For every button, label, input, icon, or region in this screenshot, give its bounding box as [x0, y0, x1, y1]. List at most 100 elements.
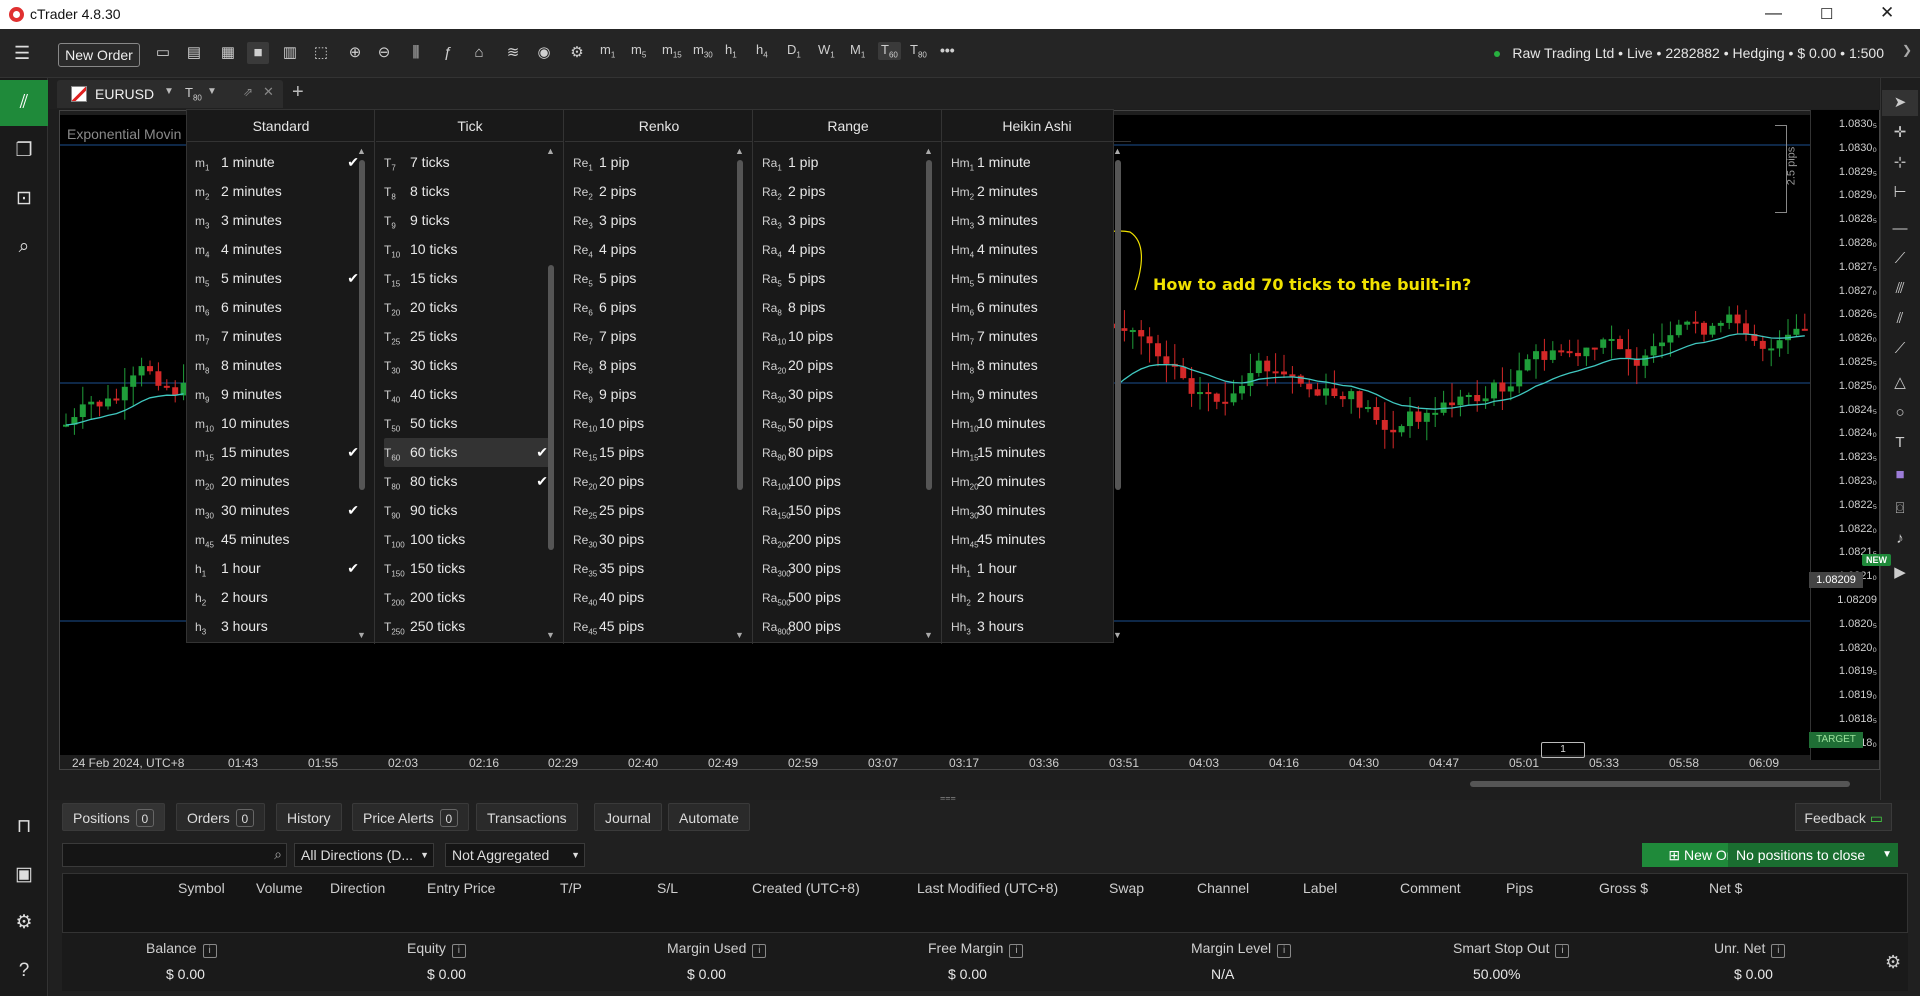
positions-search-input[interactable]: ⌕: [62, 843, 287, 867]
timeframe-option[interactable]: T20 20 ticks: [384, 293, 552, 322]
tab-price-alerts[interactable]: Price Alerts 0: [352, 803, 469, 831]
timeframe-option[interactable]: T15 15 ticks: [384, 264, 552, 293]
column-header[interactable]: Comment: [1400, 880, 1461, 896]
timeframe-option[interactable]: Hm4545 minutes: [951, 525, 1119, 554]
timeframe-option[interactable]: Re10 10 pips: [573, 409, 741, 438]
column-scrollbar[interactable]: [926, 160, 932, 490]
timeframe-option[interactable]: m2 2 minutes: [195, 177, 363, 206]
tab-positions[interactable]: Positions 0: [62, 803, 165, 831]
column-header[interactable]: Swap: [1109, 880, 1144, 896]
timeframe-option[interactable]: Ra8 8 pips: [762, 293, 930, 322]
info-icon[interactable]: i: [1771, 944, 1786, 958]
info-icon[interactable]: i: [752, 944, 767, 958]
timeframe-option[interactable]: Ra2 2 pips: [762, 177, 930, 206]
timeframe-option[interactable]: Hm3 3 minutes: [951, 206, 1119, 235]
timeframe-option[interactable]: T50 50 ticks: [384, 409, 552, 438]
tab-transactions[interactable]: Transactions: [476, 803, 578, 831]
crosshair-icon[interactable]: ✛: [1882, 120, 1918, 146]
timeframe-option[interactable]: T100 100 ticks: [384, 525, 552, 554]
timeframe-option[interactable]: m3 3 minutes: [195, 206, 363, 235]
timeframe-option[interactable]: Ra100100 pips: [762, 467, 930, 496]
timeframe-option[interactable]: Re3 3 pips: [573, 206, 741, 235]
timeframe-option[interactable]: Ra3 3 pips: [762, 206, 930, 235]
timeframe-option[interactable]: Ra300300 pips: [762, 554, 930, 583]
chevron-down-icon[interactable]: ▼: [1882, 843, 1892, 867]
column-header[interactable]: Pips: [1506, 880, 1533, 896]
timeframe-option[interactable]: m20 20 minutes: [195, 467, 363, 496]
timeframe-option[interactable]: m10 10 minutes: [195, 409, 363, 438]
scroll-up-icon[interactable]: ▲: [924, 146, 933, 156]
tab-journal[interactable]: Journal: [594, 803, 662, 831]
screenshot-icon[interactable]: ⌼: [1882, 496, 1918, 522]
timeframe-option[interactable]: Ra10 10 pips: [762, 322, 930, 351]
timeframe-option[interactable]: Hm6 6 minutes: [951, 293, 1119, 322]
alert-bell-icon[interactable]: ♪: [1882, 526, 1918, 552]
timeframe-option[interactable]: m7 7 minutes: [195, 322, 363, 351]
column-header[interactable]: Entry Price: [427, 880, 495, 896]
timeframe-option[interactable]: T8 8 ticks: [384, 177, 552, 206]
fib-icon[interactable]: ⫽: [1882, 306, 1918, 332]
timeframe-option[interactable]: m9 9 minutes: [195, 380, 363, 409]
info-icon[interactable]: i: [1555, 944, 1570, 958]
column-header[interactable]: Symbol: [178, 880, 225, 896]
timeframe-option[interactable]: h3 3 hours: [195, 612, 363, 641]
color-icon[interactable]: ■: [1882, 462, 1918, 488]
scroll-down-icon[interactable]: ▼: [1113, 630, 1122, 640]
scroll-down-icon[interactable]: ▼: [735, 630, 744, 640]
timeframe-option[interactable]: Hm9 9 minutes: [951, 380, 1119, 409]
column-header[interactable]: Volume: [256, 880, 303, 896]
timeframe-option[interactable]: Re40 40 pips: [573, 583, 741, 612]
timeframe-option[interactable]: T250 250 ticks: [384, 612, 552, 641]
timeframe-option[interactable]: Re9 9 pips: [573, 380, 741, 409]
timeframe-option[interactable]: m1 1 minute ✔: [195, 148, 363, 177]
scroll-down-icon[interactable]: ▼: [357, 630, 366, 640]
timeframe-option[interactable]: Hm4 4 minutes: [951, 235, 1119, 264]
timeframe-option[interactable]: T60 60 ticks ✔: [384, 438, 552, 467]
timeframe-option[interactable]: h2 2 hours: [195, 583, 363, 612]
column-header[interactable]: Label: [1303, 880, 1337, 896]
timeframe-option[interactable]: T150 150 ticks: [384, 554, 552, 583]
column-scrollbar[interactable]: [359, 160, 365, 490]
scroll-up-icon[interactable]: ▲: [1113, 146, 1122, 156]
column-header[interactable]: Gross $: [1599, 880, 1648, 896]
timeframe-option[interactable]: Ra80 80 pips: [762, 438, 930, 467]
column-header[interactable]: T/P: [560, 880, 582, 896]
timeframe-option[interactable]: Re45 45 pips: [573, 612, 741, 641]
trendline-icon[interactable]: ⟋: [1882, 246, 1918, 272]
replay-icon[interactable]: ▶: [1882, 560, 1918, 586]
scroll-up-icon[interactable]: ▲: [735, 146, 744, 156]
timeframe-option[interactable]: Hm1010 minutes: [951, 409, 1119, 438]
timeframe-option[interactable]: Hm8 8 minutes: [951, 351, 1119, 380]
timeframe-option[interactable]: Re6 6 pips: [573, 293, 741, 322]
timeframe-option[interactable]: h1 1 hour ✔: [195, 554, 363, 583]
timeframe-option[interactable]: Hm7 7 minutes: [951, 322, 1119, 351]
scale-icon[interactable]: ⊢: [1882, 180, 1918, 206]
timeframe-option[interactable]: Hm1515 minutes: [951, 438, 1119, 467]
cursor-icon[interactable]: ➤: [1882, 90, 1918, 116]
column-header[interactable]: Direction: [330, 880, 385, 896]
timeframe-option[interactable]: Hh1 1 hour: [951, 554, 1119, 583]
timeframe-option[interactable]: Hh3 3 hours: [951, 612, 1119, 641]
timeframe-option[interactable]: Re2 2 pips: [573, 177, 741, 206]
timeframe-option[interactable]: Ra200200 pips: [762, 525, 930, 554]
timeframe-option[interactable]: Ra50 50 pips: [762, 409, 930, 438]
feedback-button[interactable]: Feedback ▭: [1795, 803, 1892, 831]
scroll-up-icon[interactable]: ▲: [357, 146, 366, 156]
timeframe-option[interactable]: Hh2 2 hours: [951, 583, 1119, 612]
timeframe-option[interactable]: Re1 1 pip: [573, 148, 741, 177]
column-scrollbar[interactable]: [1115, 160, 1121, 490]
info-icon[interactable]: i: [1009, 944, 1024, 958]
timeframe-option[interactable]: T25 25 ticks: [384, 322, 552, 351]
close-positions-button[interactable]: No positions to close ▼: [1728, 843, 1898, 867]
timeframe-option[interactable]: m8 8 minutes: [195, 351, 363, 380]
timeframe-option[interactable]: Hm2 2 minutes: [951, 177, 1119, 206]
column-header[interactable]: S/L: [657, 880, 678, 896]
timeframe-option[interactable]: m4 4 minutes: [195, 235, 363, 264]
timeframe-option[interactable]: Ra30 30 pips: [762, 380, 930, 409]
column-scrollbar[interactable]: [737, 160, 743, 490]
timeframe-option[interactable]: Re5 5 pips: [573, 264, 741, 293]
scroll-down-icon[interactable]: ▼: [546, 630, 555, 640]
column-header[interactable]: Created (UTC+8): [752, 880, 860, 896]
timeframe-option[interactable]: Ra20 20 pips: [762, 351, 930, 380]
column-header[interactable]: Net $: [1709, 880, 1742, 896]
